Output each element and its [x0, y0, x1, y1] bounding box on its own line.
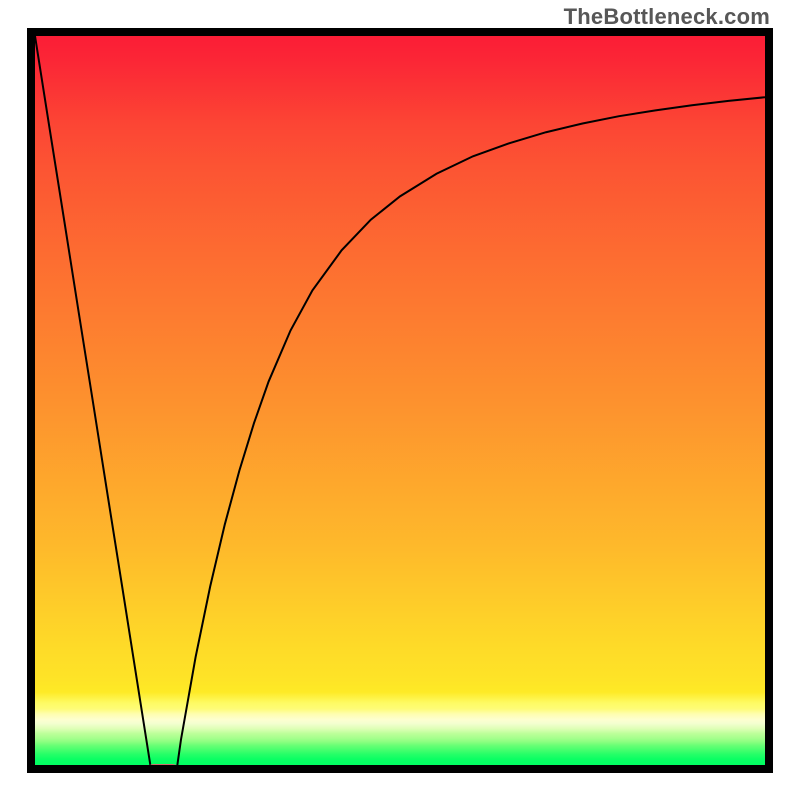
chart-curves-svg	[35, 36, 765, 765]
curve-right-branch	[177, 97, 765, 765]
optimal-point-marker	[147, 764, 179, 765]
plot-area	[35, 36, 765, 765]
curve-left-branch	[35, 36, 150, 765]
watermark-text: TheBottleneck.com	[564, 4, 770, 30]
chart-frame	[27, 28, 773, 773]
